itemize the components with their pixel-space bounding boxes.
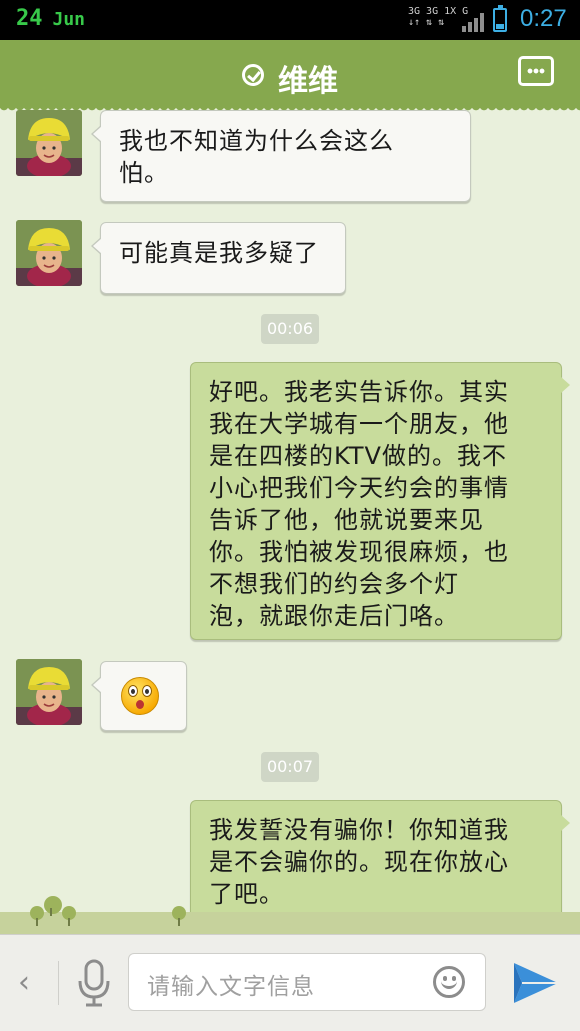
status-date-day: 24 <box>16 6 43 31</box>
more-options-button[interactable] <box>518 56 554 86</box>
avatar-photo <box>16 659 82 725</box>
chat-header: 维维 <box>0 40 580 113</box>
received-emoji-message[interactable] <box>91 661 187 731</box>
microphone-icon[interactable] <box>74 957 114 1009</box>
avatar-photo <box>16 110 82 176</box>
message-line: 怕。 <box>119 159 169 187</box>
tree-icon <box>30 906 44 926</box>
network-activity: ↓↑ ⇅ ⇅ <box>408 17 445 28</box>
more-icon <box>527 68 545 74</box>
divider <box>58 961 59 1005</box>
sent-message[interactable]: 好吧。我老实告诉你。其实 我在大学城有一个朋友，他 是在四楼的KTV做的。我不 … <box>190 362 570 640</box>
contact-name[interactable]: 维维 <box>278 64 338 99</box>
message-list[interactable]: 我也不知道为什么会这么 怕。 可能真是我多疑了 00:06 好吧。我老实告诉你。… <box>0 108 580 934</box>
message-timestamp: 00:07 <box>261 752 319 782</box>
message-line: 了吧。 <box>209 880 284 908</box>
surprised-face-icon <box>121 677 159 715</box>
send-icon[interactable] <box>512 961 560 1005</box>
message-line: 泡，就跟你走后门咯。 <box>209 602 459 630</box>
battery-icon <box>493 5 507 32</box>
avatar-photo <box>16 220 82 286</box>
message-line: 我发誓没有骗你！你知道我 <box>209 816 509 844</box>
network-types: 3G 3G 1X G <box>408 6 469 17</box>
status-date: 24 Jun <box>16 6 85 31</box>
sent-message[interactable]: 我发誓没有骗你！你知道我 是不会骗你的。现在你放心 了吧。 <box>190 800 570 920</box>
tree-icon <box>44 896 62 916</box>
message-line: 是在四楼的KTV做的。我不 <box>209 442 507 470</box>
status-time: 0:27 <box>520 5 567 32</box>
message-line: 告诉了他，他就说要来见 <box>209 506 484 534</box>
smiley-icon[interactable] <box>433 966 465 998</box>
message-line: 是不会骗你的。现在你放心 <box>209 848 509 876</box>
message-input-placeholder: 请输入文字信息 <box>147 974 315 1000</box>
received-message[interactable]: 我也不知道为什么会这么 怕。 <box>91 110 471 202</box>
status-bar: 24 Jun 3G 3G 1X G ↓↑ ⇅ ⇅ 0:27 <box>0 0 580 40</box>
chevron-left-icon[interactable]: ‹ <box>18 965 30 1000</box>
message-line: 不想我们的约会多个灯 <box>209 570 459 598</box>
signal-bars-icon <box>462 12 484 32</box>
received-message[interactable]: 可能真是我多疑了 <box>91 222 346 294</box>
contact-avatar[interactable] <box>16 110 82 176</box>
message-line: 小心把我们今天约会的事情 <box>209 474 509 502</box>
message-line: 可能真是我多疑了 <box>119 239 319 267</box>
contact-avatar[interactable] <box>16 220 82 286</box>
network-indicator: 3G 3G 1X G ↓↑ ⇅ ⇅ <box>408 6 468 28</box>
input-bar: ‹ 请输入文字信息 <box>0 934 580 1031</box>
tree-icon <box>172 906 186 926</box>
landscape-decoration <box>0 912 580 934</box>
message-timestamp: 00:06 <box>261 314 319 344</box>
tree-icon <box>62 906 76 926</box>
message-line: 我在大学城有一个朋友，他 <box>209 410 509 438</box>
contact-avatar[interactable] <box>16 659 82 725</box>
check-circle-icon <box>242 64 264 86</box>
message-input[interactable]: 请输入文字信息 <box>128 953 486 1011</box>
message-line: 我也不知道为什么会这么 <box>119 127 394 155</box>
message-line: 你。我怕被发现很麻烦，也 <box>209 538 509 566</box>
status-date-month: Jun <box>52 9 86 30</box>
message-line: 好吧。我老实告诉你。其实 <box>209 378 509 406</box>
